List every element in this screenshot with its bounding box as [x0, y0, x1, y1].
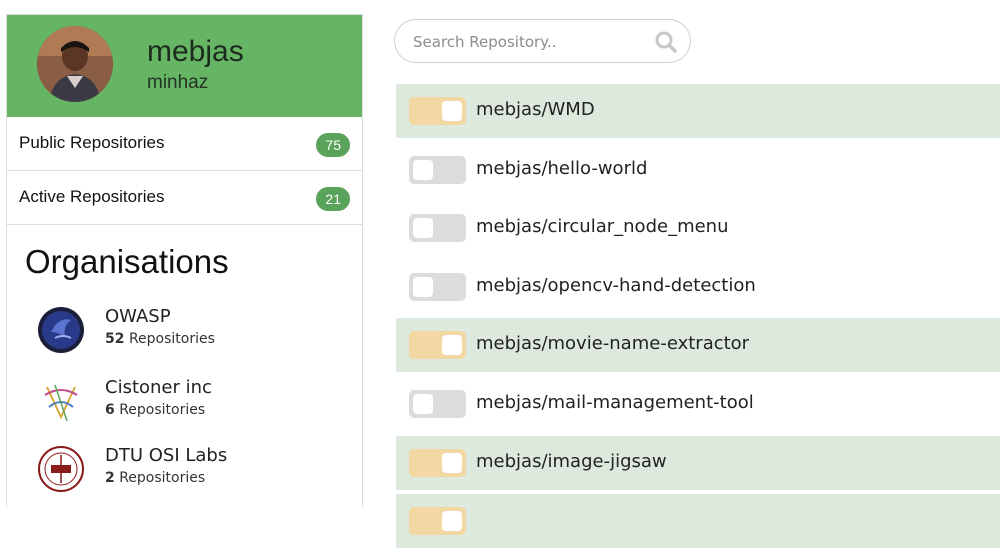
cistoner-logo-icon — [44, 384, 78, 422]
repo-row: mebjas/circular_node_menu — [396, 201, 1000, 255]
org-item-owasp[interactable]: OWASP 52 Repositories — [7, 306, 362, 366]
count-badge: 21 — [316, 187, 350, 211]
avatar-photo — [37, 26, 113, 102]
search-icon[interactable] — [654, 30, 678, 54]
repo-row — [396, 494, 1000, 549]
repo-name[interactable]: mebjas/mail-management-tool — [476, 392, 754, 413]
repo-name[interactable]: mebjas/circular_node_menu — [476, 216, 729, 237]
repo-row: mebjas/movie-name-extractor — [396, 318, 1000, 373]
sidebar: mebjas minhaz Public Repositories 75 Act… — [6, 14, 363, 507]
org-repo-count: 52 Repositories — [105, 331, 215, 347]
owasp-logo-icon — [38, 307, 84, 353]
toggle-knob — [413, 159, 433, 180]
repo-toggle[interactable] — [409, 97, 466, 125]
org-name: DTU OSI Labs — [105, 445, 228, 466]
dtu-logo-icon — [38, 446, 84, 492]
repo-toggle[interactable] — [409, 448, 466, 477]
org-repo-count: 2 Repositories — [105, 470, 206, 486]
toggle-knob — [442, 335, 462, 356]
org-item-dtu-osi-labs[interactable]: DTU OSI Labs 2 Repositories — [7, 445, 362, 505]
toggle-knob — [413, 218, 433, 239]
repo-row: mebjas/WMD — [396, 84, 1000, 138]
repo-row: mebjas/image-jigsaw — [396, 435, 1000, 490]
org-name: OWASP — [105, 306, 171, 327]
toggle-knob — [442, 452, 462, 473]
stat-label: Active Repositories — [19, 187, 165, 206]
organisations-heading: Organisations — [25, 243, 229, 280]
repo-toggle[interactable] — [409, 389, 466, 418]
repo-row: mebjas/opencv-hand-detection — [396, 260, 1000, 314]
repo-toggle[interactable] — [409, 155, 466, 184]
profile-username: minhaz — [147, 72, 209, 93]
repo-toggle[interactable] — [409, 331, 466, 360]
toggle-knob — [413, 276, 433, 297]
repo-name[interactable]: mebjas/image-jigsaw — [476, 451, 667, 472]
count-badge: 75 — [316, 133, 350, 157]
toggle-knob — [442, 101, 462, 121]
repo-name[interactable]: mebjas/hello-world — [476, 158, 647, 179]
profile-header: mebjas minhaz — [7, 15, 362, 117]
org-item-cistoner[interactable]: Cistoner inc 6 Repositories — [7, 377, 362, 437]
search-input[interactable] — [411, 30, 645, 54]
repo-toggle[interactable] — [409, 507, 466, 536]
repo-name[interactable]: mebjas/WMD — [476, 99, 595, 120]
repository-list: mebjas/WMD mebjas/hello-world mebjas/cir… — [396, 84, 1000, 553]
toggle-knob — [442, 511, 462, 532]
repo-name[interactable]: mebjas/opencv-hand-detection — [476, 275, 756, 296]
repo-row: mebjas/mail-management-tool — [396, 377, 1000, 431]
repo-name[interactable]: mebjas/movie-name-extractor — [476, 333, 749, 354]
repo-toggle[interactable] — [409, 214, 466, 243]
org-name: Cistoner inc — [105, 377, 212, 398]
stat-label: Public Repositories — [19, 133, 165, 152]
org-repo-count: 6 Repositories — [105, 402, 206, 418]
stat-active-repositories[interactable]: Active Repositories 21 — [7, 171, 362, 225]
profile-name: mebjas — [147, 35, 244, 68]
avatar[interactable] — [37, 26, 113, 102]
search-box[interactable] — [394, 19, 691, 63]
toggle-knob — [413, 393, 433, 414]
stat-public-repositories[interactable]: Public Repositories 75 — [7, 117, 362, 171]
repo-toggle[interactable] — [409, 272, 466, 301]
repo-row: mebjas/hello-world — [396, 143, 1000, 197]
